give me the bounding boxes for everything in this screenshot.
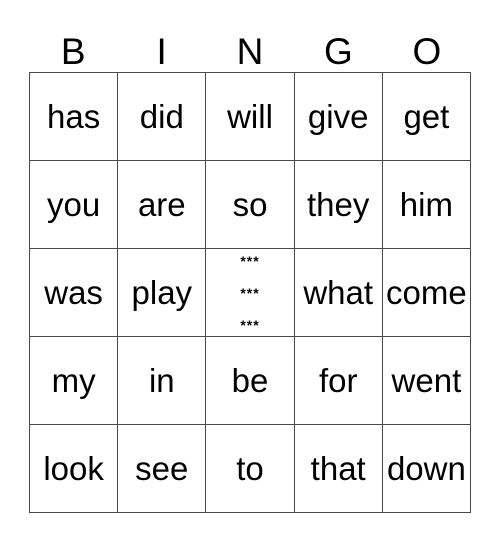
- bingo-cell-label: are: [137, 186, 186, 223]
- bingo-header-letter-b: B: [60, 31, 86, 72]
- bingo-cell-b5[interactable]: look: [30, 425, 119, 513]
- bingo-cell-label: see: [135, 450, 189, 487]
- bingo-cell-label: has: [46, 98, 101, 135]
- bingo-grid: has did will give get you are so they hi…: [29, 72, 471, 513]
- bingo-cell-label: that: [310, 450, 366, 487]
- bingo-cell-n1[interactable]: will: [206, 73, 295, 161]
- bingo-cell-g3[interactable]: what: [294, 249, 383, 337]
- bingo-header-letter-o: O: [412, 31, 442, 72]
- bingo-cell-label: my: [51, 362, 96, 399]
- bingo-cell-i5[interactable]: see: [118, 425, 207, 513]
- bingo-cell-b3[interactable]: was: [30, 249, 119, 337]
- bingo-cell-i1[interactable]: did: [118, 73, 207, 161]
- free-space-asterisk-line: ***: [240, 316, 260, 333]
- bingo-cell-b2[interactable]: you: [30, 161, 119, 249]
- bingo-cell-g2[interactable]: they: [294, 161, 383, 249]
- bingo-cell-label: did: [139, 98, 184, 135]
- bingo-cell-o3[interactable]: come: [382, 249, 471, 337]
- bingo-cell-label: will: [227, 98, 273, 135]
- bingo-cell-label: what: [303, 274, 374, 311]
- bingo-cell-label: for: [318, 362, 358, 399]
- bingo-cell-b4[interactable]: my: [30, 337, 119, 425]
- bingo-cell-i3[interactable]: play: [118, 249, 207, 337]
- bingo-header-letter-g: G: [324, 31, 353, 72]
- bingo-header-letter-i: I: [156, 31, 167, 72]
- bingo-cell-label: they: [307, 186, 370, 223]
- bingo-cell-o1[interactable]: get: [382, 73, 471, 161]
- bingo-cell-o5[interactable]: down: [382, 425, 471, 513]
- bingo-cell-label: him: [399, 186, 453, 223]
- bingo-cell-i2[interactable]: are: [118, 161, 207, 249]
- bingo-header-letter-n: N: [236, 31, 264, 72]
- free-space-asterisk-line: ***: [240, 284, 260, 301]
- bingo-cell-label: was: [44, 274, 103, 311]
- bingo-cell-o4[interactable]: went: [382, 337, 471, 425]
- bingo-cell-o2[interactable]: him: [382, 161, 471, 249]
- bingo-cell-label: get: [403, 98, 450, 135]
- bingo-cell-free-space[interactable]: *** *** ***: [206, 249, 295, 337]
- bingo-cell-n5[interactable]: to: [206, 425, 295, 513]
- bingo-cell-label: went: [391, 362, 462, 399]
- bingo-cell-label: come: [386, 274, 467, 311]
- bingo-cell-label: so: [232, 186, 268, 223]
- free-space-asterisk-line: ***: [240, 252, 260, 269]
- bingo-cell-label: to: [236, 450, 264, 487]
- bingo-cell-n4[interactable]: be: [206, 337, 295, 425]
- bingo-cell-g1[interactable]: give: [294, 73, 383, 161]
- bingo-cell-i4[interactable]: in: [118, 337, 207, 425]
- bingo-cell-label: be: [231, 362, 269, 399]
- bingo-card: B I N G O has did will give get you are …: [0, 0, 500, 544]
- bingo-cell-label: down: [386, 450, 466, 487]
- bingo-cell-label: look: [43, 450, 104, 487]
- bingo-cell-label: give: [307, 98, 369, 135]
- bingo-cell-g5[interactable]: that: [294, 425, 383, 513]
- bingo-cell-n2[interactable]: so: [206, 161, 295, 249]
- bingo-header-row: B I N G O: [29, 20, 471, 72]
- bingo-cell-label: in: [148, 362, 175, 399]
- bingo-cell-label: you: [46, 186, 101, 223]
- bingo-cell-g4[interactable]: for: [294, 337, 383, 425]
- bingo-cell-b1[interactable]: has: [30, 73, 119, 161]
- bingo-cell-label: play: [131, 274, 193, 311]
